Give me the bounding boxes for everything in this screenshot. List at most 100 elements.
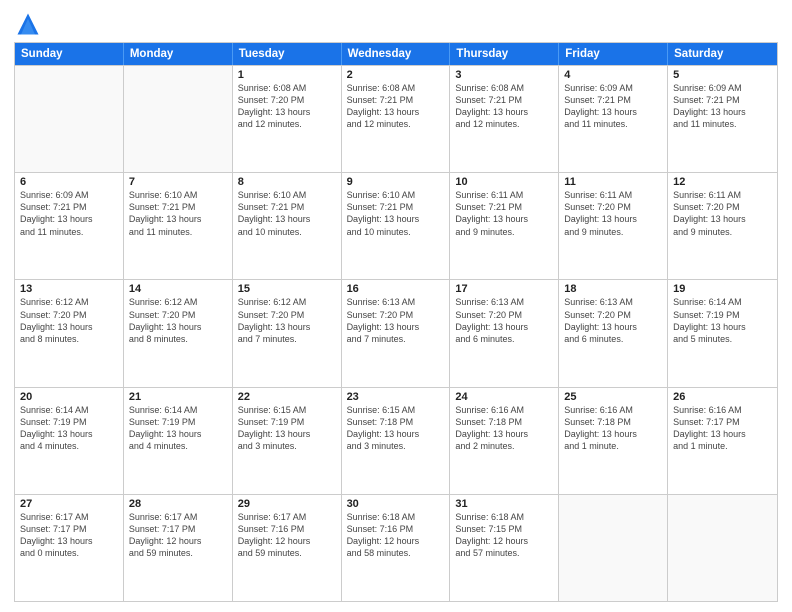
calendar-row-3: 13Sunrise: 6:12 AM Sunset: 7:20 PM Dayli… <box>15 279 777 386</box>
calendar-row-5: 27Sunrise: 6:17 AM Sunset: 7:17 PM Dayli… <box>15 494 777 601</box>
cell-info: Sunrise: 6:17 AM Sunset: 7:16 PM Dayligh… <box>238 511 336 560</box>
cell-info: Sunrise: 6:15 AM Sunset: 7:18 PM Dayligh… <box>347 404 445 453</box>
page: Sunday Monday Tuesday Wednesday Thursday… <box>0 0 792 612</box>
day-number: 14 <box>129 283 227 295</box>
cell-info: Sunrise: 6:16 AM Sunset: 7:18 PM Dayligh… <box>564 404 662 453</box>
cell-info: Sunrise: 6:18 AM Sunset: 7:15 PM Dayligh… <box>455 511 553 560</box>
header-friday: Friday <box>559 43 668 65</box>
calendar-cell: 8Sunrise: 6:10 AM Sunset: 7:21 PM Daylig… <box>233 173 342 279</box>
day-number: 9 <box>347 176 445 188</box>
calendar-cell: 22Sunrise: 6:15 AM Sunset: 7:19 PM Dayli… <box>233 388 342 494</box>
day-number: 26 <box>673 391 772 403</box>
calendar-cell: 13Sunrise: 6:12 AM Sunset: 7:20 PM Dayli… <box>15 280 124 386</box>
header-sunday: Sunday <box>15 43 124 65</box>
cell-info: Sunrise: 6:08 AM Sunset: 7:21 PM Dayligh… <box>347 82 445 131</box>
cell-info: Sunrise: 6:11 AM Sunset: 7:20 PM Dayligh… <box>564 189 662 238</box>
calendar-cell: 20Sunrise: 6:14 AM Sunset: 7:19 PM Dayli… <box>15 388 124 494</box>
day-number: 8 <box>238 176 336 188</box>
day-number: 19 <box>673 283 772 295</box>
calendar-cell <box>668 495 777 601</box>
cell-info: Sunrise: 6:08 AM Sunset: 7:20 PM Dayligh… <box>238 82 336 131</box>
day-number: 10 <box>455 176 553 188</box>
cell-info: Sunrise: 6:13 AM Sunset: 7:20 PM Dayligh… <box>564 296 662 345</box>
cell-info: Sunrise: 6:16 AM Sunset: 7:18 PM Dayligh… <box>455 404 553 453</box>
calendar-cell: 25Sunrise: 6:16 AM Sunset: 7:18 PM Dayli… <box>559 388 668 494</box>
cell-info: Sunrise: 6:14 AM Sunset: 7:19 PM Dayligh… <box>20 404 118 453</box>
calendar-cell: 16Sunrise: 6:13 AM Sunset: 7:20 PM Dayli… <box>342 280 451 386</box>
cell-info: Sunrise: 6:08 AM Sunset: 7:21 PM Dayligh… <box>455 82 553 131</box>
cell-info: Sunrise: 6:11 AM Sunset: 7:20 PM Dayligh… <box>673 189 772 238</box>
calendar-cell: 23Sunrise: 6:15 AM Sunset: 7:18 PM Dayli… <box>342 388 451 494</box>
cell-info: Sunrise: 6:17 AM Sunset: 7:17 PM Dayligh… <box>20 511 118 560</box>
cell-info: Sunrise: 6:14 AM Sunset: 7:19 PM Dayligh… <box>673 296 772 345</box>
cell-info: Sunrise: 6:16 AM Sunset: 7:17 PM Dayligh… <box>673 404 772 453</box>
day-number: 30 <box>347 498 445 510</box>
calendar-cell: 15Sunrise: 6:12 AM Sunset: 7:20 PM Dayli… <box>233 280 342 386</box>
day-number: 27 <box>20 498 118 510</box>
logo-icon <box>14 10 42 38</box>
day-number: 11 <box>564 176 662 188</box>
day-number: 25 <box>564 391 662 403</box>
logo <box>14 10 46 38</box>
day-number: 15 <box>238 283 336 295</box>
cell-info: Sunrise: 6:12 AM Sunset: 7:20 PM Dayligh… <box>238 296 336 345</box>
calendar-row-1: 1Sunrise: 6:08 AM Sunset: 7:20 PM Daylig… <box>15 65 777 172</box>
cell-info: Sunrise: 6:15 AM Sunset: 7:19 PM Dayligh… <box>238 404 336 453</box>
calendar-cell: 12Sunrise: 6:11 AM Sunset: 7:20 PM Dayli… <box>668 173 777 279</box>
calendar-row-2: 6Sunrise: 6:09 AM Sunset: 7:21 PM Daylig… <box>15 172 777 279</box>
calendar-cell: 29Sunrise: 6:17 AM Sunset: 7:16 PM Dayli… <box>233 495 342 601</box>
calendar-cell: 5Sunrise: 6:09 AM Sunset: 7:21 PM Daylig… <box>668 66 777 172</box>
cell-info: Sunrise: 6:13 AM Sunset: 7:20 PM Dayligh… <box>347 296 445 345</box>
cell-info: Sunrise: 6:09 AM Sunset: 7:21 PM Dayligh… <box>20 189 118 238</box>
header-monday: Monday <box>124 43 233 65</box>
cell-info: Sunrise: 6:13 AM Sunset: 7:20 PM Dayligh… <box>455 296 553 345</box>
day-number: 28 <box>129 498 227 510</box>
calendar-cell: 17Sunrise: 6:13 AM Sunset: 7:20 PM Dayli… <box>450 280 559 386</box>
day-number: 21 <box>129 391 227 403</box>
day-number: 12 <box>673 176 772 188</box>
cell-info: Sunrise: 6:17 AM Sunset: 7:17 PM Dayligh… <box>129 511 227 560</box>
calendar-cell: 18Sunrise: 6:13 AM Sunset: 7:20 PM Dayli… <box>559 280 668 386</box>
cell-info: Sunrise: 6:09 AM Sunset: 7:21 PM Dayligh… <box>564 82 662 131</box>
header-thursday: Thursday <box>450 43 559 65</box>
calendar-cell: 3Sunrise: 6:08 AM Sunset: 7:21 PM Daylig… <box>450 66 559 172</box>
calendar-cell: 26Sunrise: 6:16 AM Sunset: 7:17 PM Dayli… <box>668 388 777 494</box>
day-number: 7 <box>129 176 227 188</box>
day-number: 5 <box>673 69 772 81</box>
calendar-cell: 27Sunrise: 6:17 AM Sunset: 7:17 PM Dayli… <box>15 495 124 601</box>
calendar-cell: 10Sunrise: 6:11 AM Sunset: 7:21 PM Dayli… <box>450 173 559 279</box>
cell-info: Sunrise: 6:18 AM Sunset: 7:16 PM Dayligh… <box>347 511 445 560</box>
calendar-cell: 6Sunrise: 6:09 AM Sunset: 7:21 PM Daylig… <box>15 173 124 279</box>
calendar-cell: 31Sunrise: 6:18 AM Sunset: 7:15 PM Dayli… <box>450 495 559 601</box>
calendar-cell <box>559 495 668 601</box>
calendar-cell <box>124 66 233 172</box>
day-number: 2 <box>347 69 445 81</box>
calendar-row-4: 20Sunrise: 6:14 AM Sunset: 7:19 PM Dayli… <box>15 387 777 494</box>
calendar-cell: 11Sunrise: 6:11 AM Sunset: 7:20 PM Dayli… <box>559 173 668 279</box>
header-wednesday: Wednesday <box>342 43 451 65</box>
header <box>14 10 778 38</box>
cell-info: Sunrise: 6:10 AM Sunset: 7:21 PM Dayligh… <box>347 189 445 238</box>
day-number: 29 <box>238 498 336 510</box>
day-number: 20 <box>20 391 118 403</box>
cell-info: Sunrise: 6:12 AM Sunset: 7:20 PM Dayligh… <box>129 296 227 345</box>
calendar-cell: 1Sunrise: 6:08 AM Sunset: 7:20 PM Daylig… <box>233 66 342 172</box>
day-number: 16 <box>347 283 445 295</box>
calendar-cell <box>15 66 124 172</box>
day-number: 6 <box>20 176 118 188</box>
day-number: 3 <box>455 69 553 81</box>
cell-info: Sunrise: 6:10 AM Sunset: 7:21 PM Dayligh… <box>129 189 227 238</box>
day-number: 24 <box>455 391 553 403</box>
day-number: 18 <box>564 283 662 295</box>
cell-info: Sunrise: 6:12 AM Sunset: 7:20 PM Dayligh… <box>20 296 118 345</box>
calendar-cell: 7Sunrise: 6:10 AM Sunset: 7:21 PM Daylig… <box>124 173 233 279</box>
day-number: 22 <box>238 391 336 403</box>
calendar-cell: 19Sunrise: 6:14 AM Sunset: 7:19 PM Dayli… <box>668 280 777 386</box>
calendar-body: 1Sunrise: 6:08 AM Sunset: 7:20 PM Daylig… <box>15 65 777 601</box>
cell-info: Sunrise: 6:11 AM Sunset: 7:21 PM Dayligh… <box>455 189 553 238</box>
calendar-cell: 30Sunrise: 6:18 AM Sunset: 7:16 PM Dayli… <box>342 495 451 601</box>
header-tuesday: Tuesday <box>233 43 342 65</box>
calendar-header: Sunday Monday Tuesday Wednesday Thursday… <box>15 43 777 65</box>
calendar-cell: 28Sunrise: 6:17 AM Sunset: 7:17 PM Dayli… <box>124 495 233 601</box>
calendar-cell: 24Sunrise: 6:16 AM Sunset: 7:18 PM Dayli… <box>450 388 559 494</box>
